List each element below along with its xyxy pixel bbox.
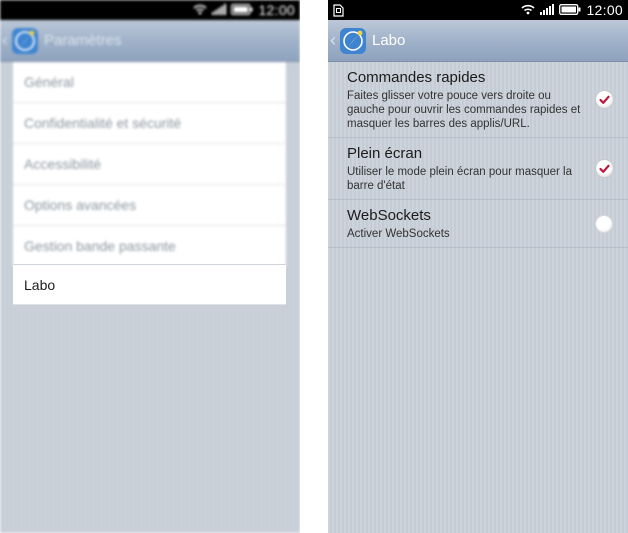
menu-item-label: Général	[24, 74, 74, 90]
checkbox-unchecked-icon[interactable]	[596, 215, 612, 232]
setting-checkbox-wrap	[588, 206, 620, 241]
labo-item-wrapper: Labo	[13, 264, 286, 305]
wifi-icon	[521, 3, 535, 18]
settings-menu: Général Confidentialité et sécurité Acce…	[0, 62, 300, 267]
menu-item-privacy[interactable]: Confidentialité et sécurité	[13, 103, 286, 144]
status-time: 12:00	[586, 2, 623, 18]
status-time: 12:00	[258, 2, 295, 18]
menu-item-label: Gestion bande passante	[24, 238, 176, 254]
back-chevron-icon[interactable]: ‹	[2, 30, 10, 51]
browser-logo-icon	[340, 27, 366, 54]
menu-item-bandwidth[interactable]: Gestion bande passante	[13, 226, 286, 267]
status-bar: 12:00	[0, 0, 300, 20]
browser-logo-icon	[12, 27, 38, 54]
action-bar[interactable]: ‹ Labo	[328, 20, 628, 62]
setting-quick-controls[interactable]: Commandes rapides Faites glisser votre p…	[328, 62, 628, 138]
status-bar: 12:00	[328, 0, 628, 20]
checkbox-checked-icon[interactable]	[595, 91, 613, 108]
menu-item-general[interactable]: Général	[13, 62, 286, 103]
setting-title: Commandes rapides	[347, 69, 486, 86]
setting-fullscreen[interactable]: Plein écran Utiliser le mode plein écran…	[328, 138, 628, 200]
action-bar[interactable]: ‹ Paramètres	[0, 20, 300, 62]
setting-texts: WebSockets Activer WebSockets	[347, 206, 588, 241]
right-phone-screen: 12:00 ‹ Labo Commandes rapides Faites gl…	[328, 0, 628, 533]
setting-description: Activer WebSockets	[347, 228, 450, 240]
menu-item-accessibility[interactable]: Accessibilité	[13, 144, 286, 185]
page-title: Paramètres	[44, 32, 122, 49]
back-chevron-icon[interactable]: ‹	[330, 30, 338, 51]
setting-texts: Plein écran Utiliser le mode plein écran…	[347, 144, 588, 193]
page-title: Labo	[372, 32, 406, 49]
setting-description: Faites glisser votre pouce vers droite o…	[347, 90, 581, 130]
setting-websockets[interactable]: WebSockets Activer WebSockets	[328, 200, 628, 248]
battery-icon	[559, 3, 581, 18]
menu-item-label: Accessibilité	[24, 156, 102, 172]
menu-item-label: Confidentialité et sécurité	[24, 115, 182, 131]
sd-card-icon	[333, 3, 344, 17]
left-phone-screen: 12:00 ‹ Paramètres Général Confidentiali…	[0, 0, 300, 533]
wifi-icon	[193, 3, 207, 18]
setting-checkbox-wrap	[588, 144, 620, 193]
menu-item-labo[interactable]: Labo	[13, 264, 286, 305]
setting-description: Utiliser le mode plein écran pour masque…	[347, 166, 572, 192]
signal-icon	[540, 3, 555, 18]
labo-settings-list: Commandes rapides Faites glisser votre p…	[328, 62, 628, 533]
battery-icon	[231, 3, 253, 18]
setting-texts: Commandes rapides Faites glisser votre p…	[347, 68, 588, 131]
setting-checkbox-wrap	[588, 68, 620, 131]
menu-item-label: Labo	[24, 276, 56, 293]
setting-title: Plein écran	[347, 145, 423, 162]
checkbox-checked-icon[interactable]	[595, 160, 613, 177]
menu-item-label: Options avancées	[24, 197, 137, 213]
signal-icon	[212, 3, 227, 18]
setting-title: WebSockets	[347, 207, 431, 224]
menu-item-advanced[interactable]: Options avancées	[13, 185, 286, 226]
